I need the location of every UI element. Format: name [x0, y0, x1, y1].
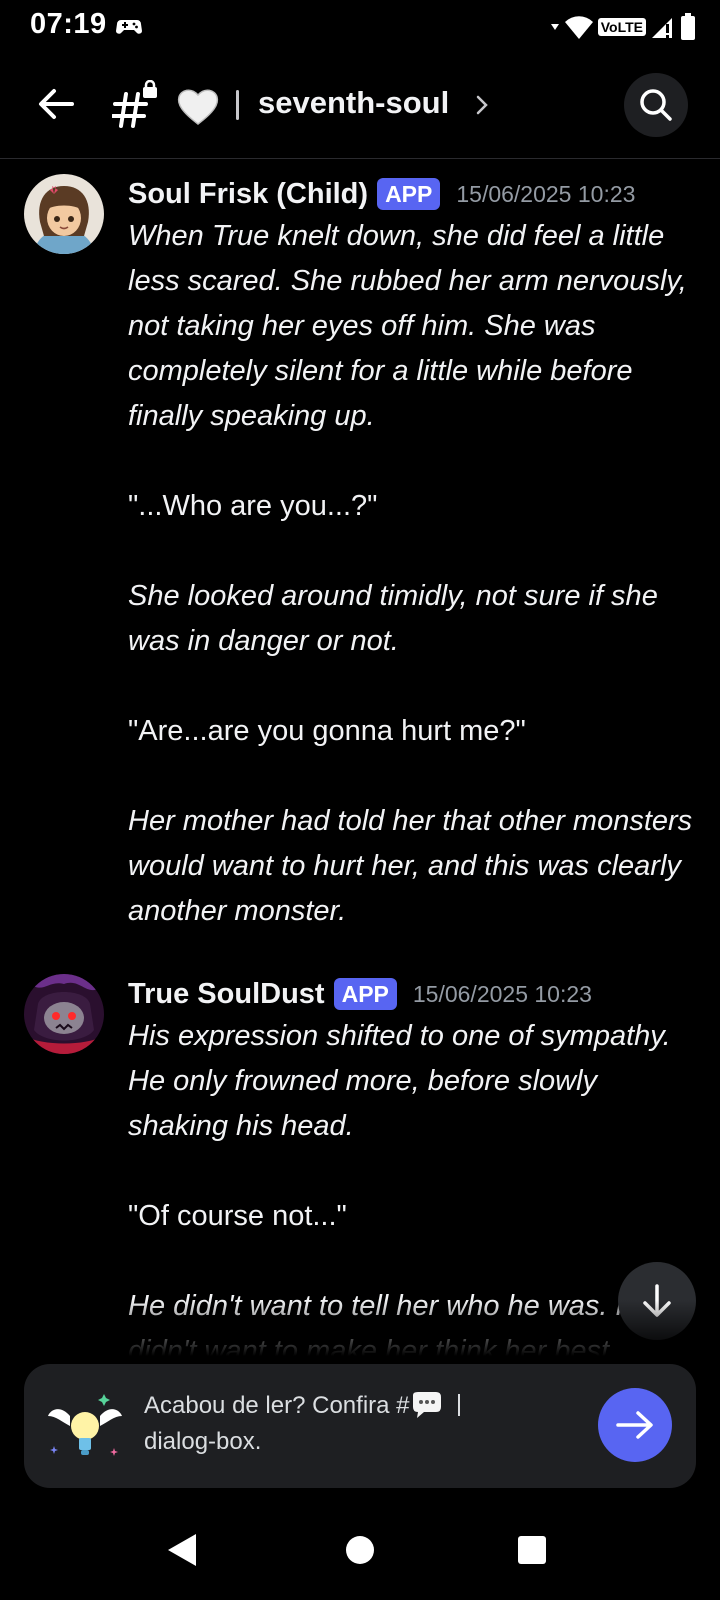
- search-button[interactable]: [624, 73, 688, 137]
- message-paragraph: "...Who are you...?": [128, 490, 378, 522]
- message-paragraph: "Are...are you gonna hurt me?": [128, 715, 526, 747]
- channel-name[interactable]: seventh-soul: [258, 85, 449, 121]
- message[interactable]: Soul Frisk (Child) APP 15/06/2025 10:23 …: [0, 172, 720, 932]
- read-next-banner[interactable]: Acabou de ler? Confira # dialog-box.: [24, 1364, 696, 1488]
- banner-text-line1: Acabou de ler? Confira #: [144, 1392, 410, 1419]
- banner-text-line2: dialog-box.: [144, 1428, 262, 1455]
- banner-text: Acabou de ler? Confira # dialog-box.: [144, 1388, 534, 1460]
- chevron-right-icon[interactable]: [474, 94, 490, 116]
- white-heart-icon: [177, 89, 219, 125]
- battery-icon: [681, 13, 695, 40]
- message-paragraph: "Of course not...": [128, 1200, 347, 1232]
- message-paragraph: His expression shifted to one of sympath…: [128, 1020, 671, 1142]
- author-name[interactable]: True SoulDust: [128, 978, 325, 1011]
- message-header: Soul Frisk (Child) APP 15/06/2025 10:23: [128, 172, 635, 216]
- message-paragraph: She looked around timidly, not sure if s…: [128, 580, 658, 657]
- app-badge: APP: [333, 978, 397, 1010]
- title-divider: [236, 90, 239, 120]
- message-content: When True knelt down, she did feel a lit…: [128, 214, 700, 934]
- author-name[interactable]: Soul Frisk (Child): [128, 178, 368, 211]
- back-arrow-icon[interactable]: [34, 82, 78, 126]
- nav-recents-icon[interactable]: [518, 1536, 546, 1564]
- souldust-avatar-icon: [24, 974, 104, 1054]
- go-to-channel-button[interactable]: [598, 1388, 672, 1462]
- avatar[interactable]: [24, 974, 104, 1054]
- locked-hash-icon: [112, 80, 157, 128]
- message-paragraph: Her mother had told her that other monst…: [128, 805, 693, 927]
- nav-back-icon[interactable]: [166, 1532, 200, 1568]
- arrow-right-icon: [616, 1411, 653, 1439]
- status-icons: VoLTE: [550, 12, 696, 42]
- message-paragraph: When True knelt down, she did feel a lit…: [128, 220, 687, 432]
- channel-header: seventh-soul: [0, 58, 720, 159]
- app-badge: APP: [377, 178, 441, 210]
- status-time: 07:19: [30, 8, 107, 40]
- winged-lightbulb-icon: [48, 1394, 122, 1456]
- avatar[interactable]: [24, 174, 104, 254]
- nav-home-icon[interactable]: [346, 1536, 374, 1564]
- search-icon: [640, 89, 672, 121]
- speech-bubble-icon: [412, 1392, 441, 1418]
- banner-divider: [457, 1394, 460, 1416]
- message-timestamp: 15/06/2025 10:23: [456, 180, 636, 207]
- status-bar: 07:19 VoLTE: [0, 0, 720, 52]
- message-header: True SoulDust APP 15/06/2025 10:23: [128, 972, 592, 1016]
- wifi-icon: [564, 16, 593, 39]
- message-timestamp: 15/06/2025 10:23: [412, 980, 592, 1007]
- gamepad-icon: [116, 20, 142, 34]
- volte-icon: VoLTE: [597, 18, 646, 36]
- signal-icon: [652, 18, 672, 38]
- system-nav-bar: [0, 1500, 720, 1600]
- scroll-fade: [0, 1300, 720, 1370]
- data-arrow-icon: [550, 24, 559, 30]
- frisk-avatar-icon: [24, 174, 104, 254]
